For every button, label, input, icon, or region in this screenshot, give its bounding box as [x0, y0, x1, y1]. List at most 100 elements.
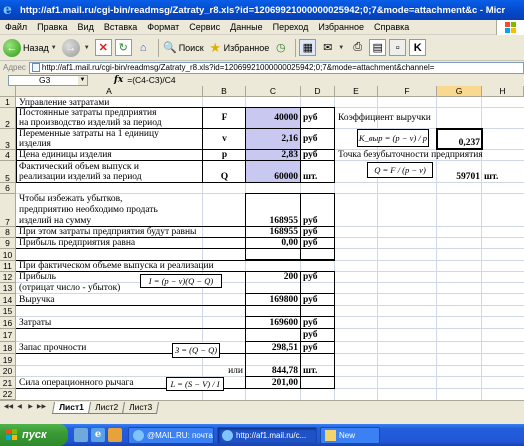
column-header-e[interactable]: E: [335, 86, 378, 97]
column-header-h[interactable]: H: [482, 86, 524, 97]
value-profit-equal[interactable]: 0,00: [246, 238, 298, 249]
value-fixed-costs[interactable]: 40000: [246, 113, 298, 124]
media-player-icon[interactable]: [108, 428, 122, 442]
column-header-a[interactable]: A: [16, 86, 203, 97]
menu-help[interactable]: Справка: [369, 22, 414, 32]
value-operating-leverage[interactable]: 201,00: [246, 378, 298, 389]
formula-bar: G3 ▼ fx =(C4-C3)/C4: [0, 74, 524, 86]
menu-format[interactable]: Формат: [142, 22, 184, 32]
menu-insert[interactable]: Вставка: [99, 22, 142, 32]
forward-button[interactable]: → ▼: [61, 37, 92, 59]
unit-pcs: шт.: [484, 172, 499, 182]
formula-profit-image[interactable]: I = (p − v)(Q − Q): [140, 274, 222, 288]
refresh-button[interactable]: ↻: [114, 37, 132, 59]
tab-sheet2[interactable]: Лист2: [87, 401, 126, 414]
value-actual-volume[interactable]: 60000: [246, 172, 298, 183]
column-header-f[interactable]: F: [378, 86, 437, 97]
history-button[interactable]: ◷: [272, 37, 289, 59]
home-button[interactable]: ⌂: [135, 37, 152, 59]
row-header[interactable]: 11: [0, 261, 16, 272]
value-revenue-coef[interactable]: 0,237: [437, 138, 480, 149]
search-button[interactable]: 🔍 Поиск: [162, 37, 203, 59]
stop-button[interactable]: ✕: [94, 37, 112, 59]
value-breakeven-sales[interactable]: 168955: [246, 216, 299, 227]
print-button[interactable]: ⎙: [349, 37, 366, 59]
task-mail[interactable]: @MAIL.RU: почта,...: [128, 426, 214, 444]
menu-favorites[interactable]: Избранное: [313, 22, 369, 32]
column-header-d[interactable]: D: [301, 86, 335, 97]
row-header[interactable]: 22: [0, 389, 16, 400]
edit-button[interactable]: ▤: [369, 37, 387, 59]
row-header[interactable]: 19: [0, 354, 16, 366]
task-excel-window[interactable]: http://af1.mail.ru/c...: [217, 426, 317, 444]
favorites-button[interactable]: ★ Избранное: [207, 37, 269, 59]
row-header[interactable]: 13: [0, 283, 16, 294]
value-profit[interactable]: 200: [246, 272, 298, 283]
select-all-corner[interactable]: [0, 86, 16, 97]
row-header[interactable]: 4: [0, 150, 16, 161]
row-header[interactable]: 10: [0, 249, 16, 261]
value-variable-costs[interactable]: 2,16: [246, 134, 298, 145]
column-header-g[interactable]: G: [437, 86, 482, 97]
row-header[interactable]: 5: [0, 161, 16, 183]
row-header[interactable]: 8: [0, 227, 16, 238]
row-header[interactable]: 14: [0, 294, 16, 306]
menu-view[interactable]: Вид: [73, 22, 99, 32]
row-header[interactable]: 6: [0, 183, 16, 194]
menu-file[interactable]: Файл: [0, 22, 32, 32]
formula-breakeven-image[interactable]: Q = F / (p − v): [367, 162, 433, 178]
menu-go[interactable]: Переход: [268, 22, 314, 32]
ie-icon[interactable]: e: [91, 428, 105, 442]
row-header[interactable]: 2: [0, 108, 16, 129]
desktop-icon[interactable]: [74, 428, 88, 442]
tab-sheet3[interactable]: Лист3: [121, 401, 160, 414]
row-header[interactable]: 12: [0, 272, 16, 283]
chevron-down-icon[interactable]: ▼: [78, 75, 87, 85]
label-avoid-loss: Чтобы избежать убытков,: [19, 194, 123, 204]
address-input[interactable]: http://af1.mail.ru/cgi-bin/readmsg/Zatra…: [28, 61, 524, 74]
task-new-folder[interactable]: New: [320, 426, 380, 444]
value-unit-price[interactable]: 2,83: [246, 150, 298, 161]
messenger-button[interactable]: K: [409, 37, 427, 59]
value-safety-margin[interactable]: 298,51: [246, 343, 298, 354]
back-button[interactable]: ← Назад ▼: [3, 37, 59, 59]
row-header[interactable]: 20: [0, 366, 16, 377]
value-breakeven[interactable]: 59701: [437, 172, 480, 183]
name-box[interactable]: G3 ▼: [8, 74, 88, 86]
row-header[interactable]: 9: [0, 238, 16, 249]
formula-safety-margin-image[interactable]: З = (Q − Q): [172, 343, 220, 358]
prev-sheet-icon[interactable]: ◀: [14, 402, 25, 413]
last-sheet-icon[interactable]: ▶▶: [36, 402, 47, 413]
row-header[interactable]: 17: [0, 329, 16, 342]
value-costs[interactable]: 169600: [246, 318, 299, 329]
tab-sheet1[interactable]: Лист1: [51, 401, 91, 414]
formula-input[interactable]: =(C4-C3)/C4: [127, 75, 175, 85]
fx-icon[interactable]: fx: [114, 75, 123, 85]
row-header[interactable]: 21: [0, 377, 16, 389]
discuss-button[interactable]: ▫: [389, 37, 407, 59]
column-header-b[interactable]: B: [203, 86, 246, 97]
menu-edit[interactable]: Правка: [32, 22, 72, 32]
row-header[interactable]: 15: [0, 306, 16, 317]
row-header[interactable]: 16: [0, 317, 16, 329]
row-header[interactable]: 1: [0, 97, 16, 108]
row-header[interactable]: 3: [0, 129, 16, 150]
formula-revenue-coef-image[interactable]: K_выр = (p − v) / p: [357, 129, 429, 147]
menu-tools[interactable]: Сервис: [184, 22, 225, 32]
mail-button[interactable]: ✉ ▼: [319, 37, 346, 59]
menu-data[interactable]: Данные: [225, 22, 268, 32]
value-costs-equal[interactable]: 168955: [246, 227, 299, 238]
unit-rub: руб: [303, 343, 318, 353]
spreadsheet-grid[interactable]: A B C D E F G H 1 2 3 4 5 6 7 8 9 10 11 …: [0, 86, 524, 400]
row-header[interactable]: 7: [0, 194, 16, 227]
column-header-c[interactable]: C: [246, 86, 301, 97]
row-header[interactable]: 18: [0, 342, 16, 354]
start-button[interactable]: пуск: [0, 424, 68, 446]
value-revenue[interactable]: 169800: [246, 295, 299, 306]
next-sheet-icon[interactable]: ▶: [25, 402, 36, 413]
unit-rub: руб: [303, 272, 318, 282]
first-sheet-icon[interactable]: ◀◀: [3, 402, 14, 413]
value-safety-margin-pcs[interactable]: 844,78: [246, 366, 298, 377]
media-button[interactable]: ▦: [299, 37, 317, 59]
formula-leverage-image[interactable]: L = (S − V) / I: [166, 377, 224, 391]
